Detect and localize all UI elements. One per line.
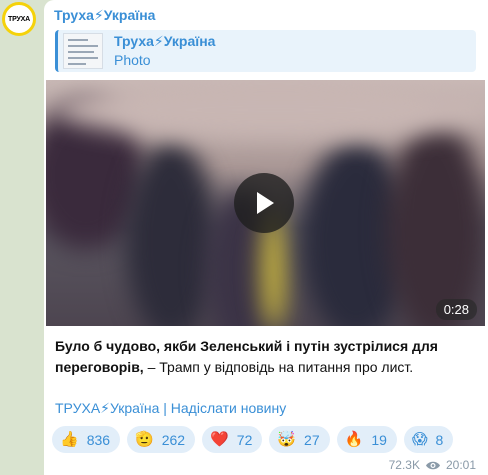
salute-face-icon: 🫡 [135,431,154,448]
video-preview[interactable]: 0:28 [46,80,485,326]
channel-name[interactable]: Труха⚡Україна [54,7,155,24]
thumbs-up-icon: 👍 [60,431,79,448]
reaction-count: 72 [236,431,253,448]
reply-thumbnail [63,33,103,69]
reply-title: Труха⚡Україна [114,33,216,49]
reply-subtitle: Photo [114,52,151,68]
footer-link[interactable]: ТРУХА⚡Україна | Надіслати новину [55,400,286,417]
mind-blown-icon: 🤯 [277,431,297,448]
reaction-count: 27 [304,431,320,448]
play-button[interactable] [234,173,294,233]
reaction-count: 19 [371,431,387,448]
reaction-scream[interactable]: 😱 8 [403,426,454,453]
channel-avatar[interactable]: ТРУХА [2,2,36,36]
play-icon [257,192,274,214]
reaction-count: 836 [86,431,111,448]
message-meta: 72.3K 20:01 [389,458,476,472]
reactions-bar: 👍 836 🫡 262 ❤️ 72 🤯 27 🔥 19 😱 8 [52,426,454,453]
reaction-count: 8 [435,431,444,448]
view-count: 72.3K [388,458,420,472]
fire-icon: 🔥 [344,431,364,448]
heart-icon: ❤️ [210,431,229,448]
reply-preview[interactable]: Труха⚡Україна Photo [55,30,476,72]
reaction-thumbs-up[interactable]: 👍 836 [52,426,121,453]
reaction-salute[interactable]: 🫡 262 [127,426,196,453]
message-text-rest: – Трамп у відповідь на питання про лист. [143,359,414,375]
message-time: 20:01 [445,458,476,472]
reaction-count: 262 [161,431,186,448]
message-text: Було б чудово, якби Зеленський і путін з… [55,336,475,378]
reaction-mind-blown[interactable]: 🤯 27 [269,426,330,453]
video-duration: 0:28 [435,299,477,320]
reaction-fire[interactable]: 🔥 19 [336,426,397,453]
scream-face-icon: 😱 [411,431,428,448]
message-bubble: Труха⚡Україна Труха⚡Україна Photo 0:28 Б… [44,0,488,475]
reaction-heart[interactable]: ❤️ 72 [202,426,263,453]
eye-icon [425,461,440,469]
avatar-label: ТРУХА [8,15,30,23]
